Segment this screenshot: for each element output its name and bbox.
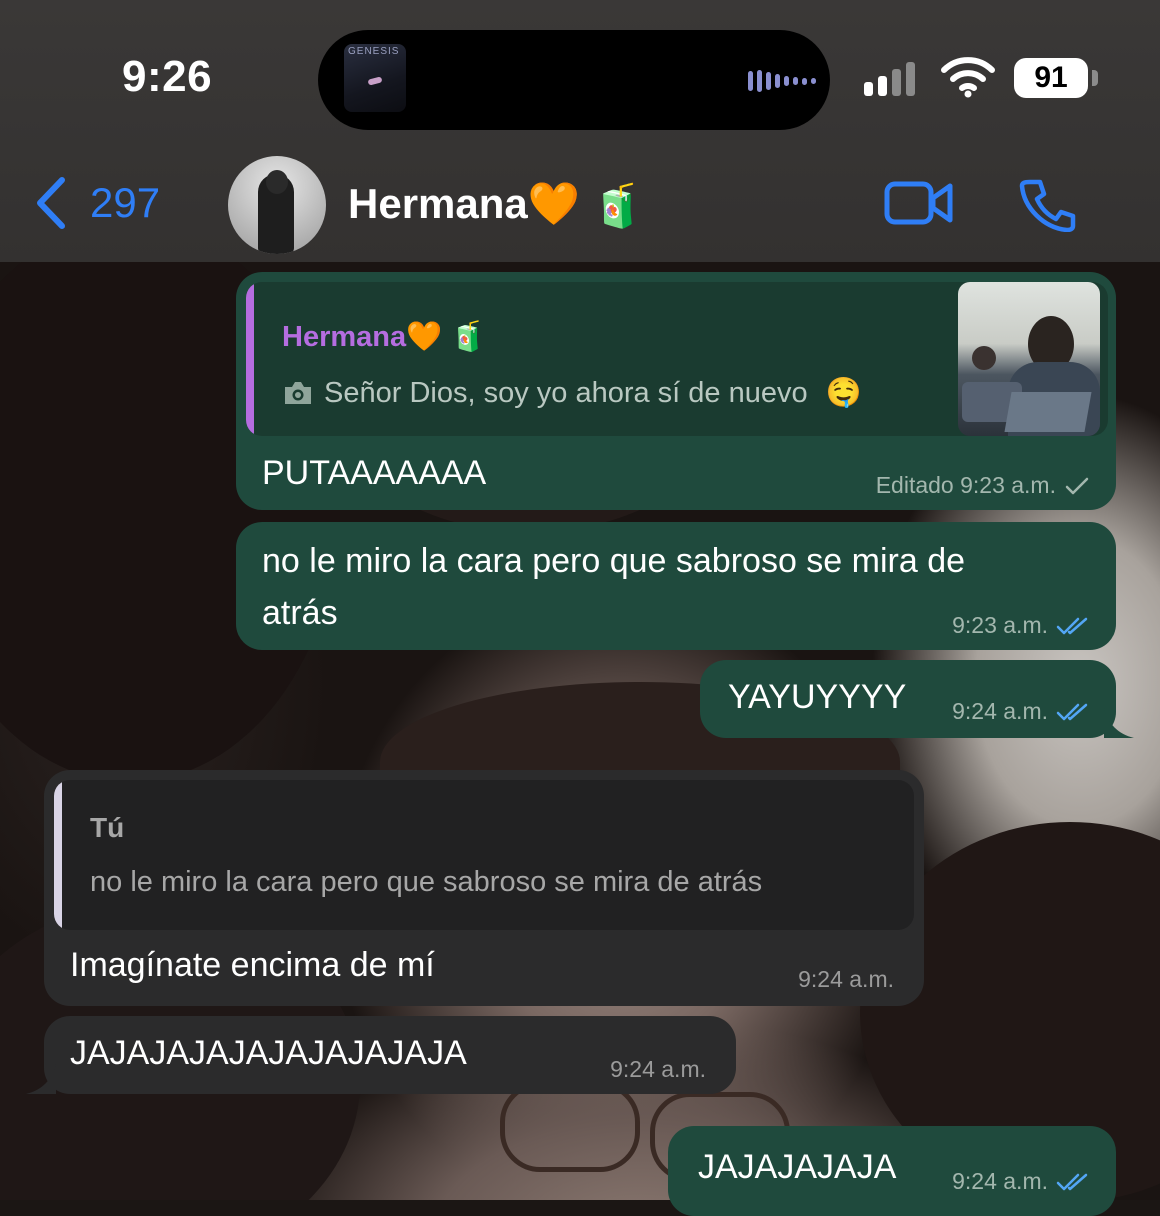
message-text-line-2: atrás: [262, 594, 338, 632]
message-time: 9:24 a.m.: [798, 966, 894, 992]
top-bar: 9:26 GENESIS 91 297 Hermana🧡 🧃: [0, 0, 1160, 262]
quote-text: no le miro la cara pero que sabroso se m…: [90, 866, 763, 898]
quoted-message[interactable]: Hermana🧡 🧃 Señor Dios, soy yo ahora sí d…: [246, 282, 1108, 436]
message-outgoing-1[interactable]: Hermana🧡 🧃 Señor Dios, soy yo ahora sí d…: [236, 272, 1116, 510]
message-incoming-2[interactable]: JAJAJAJAJAJAJAJAJAJA 9:24 a.m.: [44, 1016, 736, 1094]
contact-name[interactable]: Hermana🧡 🧃: [348, 180, 644, 231]
message-outgoing-3[interactable]: YAYUYYYY 9:24 a.m.: [700, 660, 1116, 738]
double-check-read-icon: [1056, 703, 1088, 720]
message-time: Editado 9:23 a.m.: [875, 472, 1056, 498]
quoted-message[interactable]: Tú no le miro la cara pero que sabroso s…: [54, 780, 914, 930]
dynamic-island[interactable]: GENESIS: [318, 30, 830, 130]
message-meta: 9:24 a.m.: [798, 966, 894, 993]
bubble-tail: [1104, 708, 1134, 738]
message-meta: 9:24 a.m.: [952, 1168, 1090, 1195]
phone-call-icon[interactable]: [1018, 176, 1078, 232]
message-meta: Editado 9:23 a.m.: [876, 472, 1090, 499]
double-check-read-icon: [1056, 617, 1088, 634]
contact-name-text: Hermana🧡: [348, 180, 581, 227]
message-time: 9:24 a.m.: [952, 698, 1048, 724]
message-time: 9:24 a.m.: [610, 1056, 706, 1082]
message-meta: 9:24 a.m.: [952, 698, 1090, 725]
artwork-label: GENESIS: [348, 46, 400, 57]
quote-author: Tú: [90, 812, 125, 843]
wifi-icon: [941, 57, 995, 98]
juice-box-icon: 🧃: [450, 321, 487, 353]
single-check-icon: [1065, 477, 1089, 494]
message-outgoing-4[interactable]: JAJAJAJAJA 9:24 a.m.: [668, 1126, 1116, 1216]
bubble-tail: [26, 1064, 56, 1094]
quote-text: Señor Dios, soy yo ahora sí de nuevo 🤤: [282, 376, 862, 410]
chevron-left-icon: [37, 177, 65, 229]
unread-count: 297: [90, 179, 161, 226]
message-outgoing-2[interactable]: no le miro la cara pero que sabroso se m…: [236, 522, 1116, 650]
message-meta: 9:23 a.m.: [952, 612, 1090, 639]
cellular-signal-icon: [864, 60, 915, 96]
message-text: JAJAJAJAJAJAJAJAJAJA: [70, 1034, 467, 1072]
message-incoming-1[interactable]: Tú no le miro la cara pero que sabroso s…: [44, 770, 924, 1006]
now-playing-artwork: GENESIS: [344, 44, 406, 112]
message-text: PUTAAAAAAA: [262, 454, 487, 492]
status-time: 9:26: [122, 52, 213, 101]
message-time: 9:23 a.m.: [952, 612, 1048, 638]
back-button[interactable]: 297: [34, 176, 160, 230]
juice-box-icon: 🧃: [591, 182, 645, 230]
drooling-face-icon: 🤤: [825, 377, 862, 409]
message-text: YAYUYYYY: [728, 678, 907, 716]
message-time: 9:24 a.m.: [952, 1168, 1048, 1194]
message-text-line-1: no le miro la cara pero que sabroso se m…: [262, 542, 966, 580]
double-check-read-icon: [1056, 1173, 1088, 1190]
quote-photo-thumbnail[interactable]: [958, 282, 1100, 436]
battery-indicator: 91: [1014, 58, 1088, 98]
camera-icon: [285, 382, 311, 404]
quote-author: Hermana🧡 🧃: [282, 321, 487, 353]
message-text: Imagínate encima de mí: [70, 946, 435, 984]
contact-avatar[interactable]: [228, 156, 326, 254]
video-call-icon[interactable]: [884, 180, 954, 226]
message-text: JAJAJAJAJA: [698, 1148, 897, 1186]
audio-waveform-icon: [748, 70, 816, 92]
battery-tip: [1092, 70, 1098, 86]
message-meta: 9:24 a.m.: [610, 1056, 706, 1083]
